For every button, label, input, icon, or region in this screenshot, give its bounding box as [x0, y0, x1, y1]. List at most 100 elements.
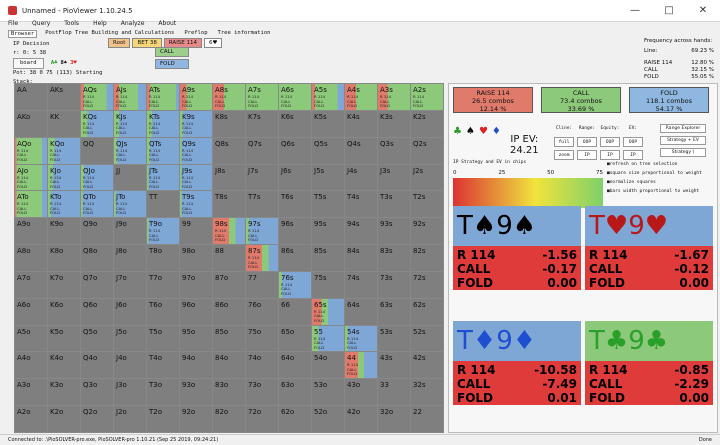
hand-cell[interactable]: Q6s: [279, 137, 311, 164]
hand-cell[interactable]: K2o: [48, 406, 80, 432]
hand-cell[interactable]: R 114 CALL FOLD AQo: [15, 137, 47, 164]
hand-cell[interactable]: J5s: [312, 164, 344, 191]
hand-cell[interactable]: T7s: [246, 191, 278, 218]
hand-cell[interactable]: R 114 CALL FOLD A4s: [345, 84, 377, 110]
hand-cell[interactable]: A8o: [15, 245, 47, 271]
option-checkbox[interactable]: square size proportional to weight: [607, 169, 702, 178]
hand-cell[interactable]: 33: [378, 379, 410, 406]
hand-cell[interactable]: 73s: [378, 271, 410, 298]
hand-cell[interactable]: 72o: [246, 406, 278, 432]
hand-cell[interactable]: J9o: [114, 218, 146, 245]
hand-cell[interactable]: T8s: [213, 191, 245, 218]
hand-cell[interactable]: 85s: [312, 245, 344, 271]
hand-cell[interactable]: 95o: [180, 325, 212, 352]
hand-cell[interactable]: R 114 CALL FOLD ATs: [147, 84, 179, 110]
hand-cell[interactable]: K4s: [345, 110, 377, 137]
hand-cell[interactable]: R 114 CALL FOLD QTo: [81, 191, 113, 218]
hand-cell[interactable]: T4o: [147, 352, 179, 379]
hand-cell[interactable]: R 114 CALL FOLD A8s: [213, 84, 245, 110]
hand-cell[interactable]: R 114 CALL FOLD 55: [312, 325, 344, 352]
action-path-node[interactable]: Root: [108, 38, 131, 48]
hand-cell[interactable]: 64s: [345, 298, 377, 325]
hand-cell[interactable]: 83s: [378, 245, 410, 271]
suit-filter-icon[interactable]: ♣: [453, 126, 462, 137]
menu-item-analyze[interactable]: Analyze: [121, 20, 145, 30]
hand-cell[interactable]: 63o: [279, 379, 311, 406]
hand-cell[interactable]: Q8s: [213, 137, 245, 164]
hand-cell[interactable]: AKo: [15, 110, 47, 137]
hand-cell[interactable]: A4o: [15, 352, 47, 379]
hand-cell[interactable]: A9o: [15, 218, 47, 245]
hand-cell[interactable]: 42s: [411, 352, 443, 379]
menu-item-help[interactable]: Help: [93, 20, 107, 30]
hand-cell[interactable]: K6s: [279, 110, 311, 137]
hand-cell[interactable]: 94s: [345, 218, 377, 245]
hand-cell[interactable]: 74o: [246, 352, 278, 379]
hand-cell[interactable]: R 114 CALL FOLD KQs: [81, 110, 113, 137]
hand-cell[interactable]: 96o: [180, 298, 212, 325]
hand-cell[interactable]: R 114 CALL FOLD KTs: [147, 110, 179, 137]
hand-cell[interactable]: R 114 CALL FOLD KQo: [48, 137, 80, 164]
hand-cell[interactable]: R 114 CALL FOLD A6s: [279, 84, 311, 110]
hand-cell[interactable]: R 114 CALL FOLD A3s: [378, 84, 410, 110]
hand-cell[interactable]: Q5s: [312, 137, 344, 164]
hand-cell[interactable]: Q7o: [81, 271, 113, 298]
suit-filter-icon[interactable]: ♠: [466, 126, 475, 137]
hand-cell[interactable]: K9o: [48, 218, 80, 245]
hand-cell[interactable]: R 114 CALL FOLD QJo: [81, 164, 113, 191]
hand-cell[interactable]: 42o: [345, 406, 377, 432]
hand-cell[interactable]: J4o: [114, 352, 146, 379]
hand-cell[interactable]: K7o: [48, 271, 80, 298]
hand-cell[interactable]: R 114 CALL FOLD A5s: [312, 84, 344, 110]
hand-cell[interactable]: J3o: [114, 379, 146, 406]
hand-cell[interactable]: 54o: [312, 352, 344, 379]
hand-cell[interactable]: 65o: [279, 325, 311, 352]
hand-cell[interactable]: 99: [180, 218, 212, 245]
hand-cell[interactable]: J7o: [114, 271, 146, 298]
hand-cell[interactable]: R 114 CALL FOLD 44: [345, 352, 377, 379]
combo-panel[interactable]: T♠9♠ R 114 -1.56 CALL -0.17 FOLD 0.00: [453, 206, 581, 316]
menu-item-tools[interactable]: Tools: [64, 20, 79, 30]
hand-cell[interactable]: K5s: [312, 110, 344, 137]
hand-cell[interactable]: T8o: [147, 245, 179, 271]
display-control[interactable]: zoom: [554, 150, 574, 160]
menu-item-query[interactable]: Query: [32, 20, 50, 30]
hand-cell[interactable]: K3s: [378, 110, 410, 137]
hand-cell[interactable]: 75o: [246, 325, 278, 352]
hand-cell[interactable]: QQ: [81, 137, 113, 164]
hand-cell[interactable]: R 114 CALL FOLD QTs: [147, 137, 179, 164]
hand-cell[interactable]: 73o: [246, 379, 278, 406]
hand-cell[interactable]: 43s: [378, 352, 410, 379]
hand-cell[interactable]: T5s: [312, 191, 344, 218]
hand-cell[interactable]: A6o: [15, 298, 47, 325]
hand-cell[interactable]: 93s: [378, 218, 410, 245]
view-button[interactable]: Strategy + EV: [660, 136, 706, 145]
hand-cell[interactable]: AKs: [48, 84, 80, 110]
hand-cell[interactable]: Q7s: [246, 137, 278, 164]
hand-cell[interactable]: R 114 CALL FOLD T9s: [180, 191, 212, 218]
hand-cell[interactable]: K8s: [213, 110, 245, 137]
menu-item-file[interactable]: File: [8, 20, 18, 30]
hand-cell[interactable]: T6o: [147, 298, 179, 325]
hand-cell[interactable]: 83o: [213, 379, 245, 406]
hand-cell[interactable]: 87o: [213, 271, 245, 298]
hand-cell[interactable]: R 114 CALL FOLD K9s: [180, 110, 212, 137]
display-control[interactable]: IP: [577, 150, 597, 160]
hand-cell[interactable]: R 114 CALL FOLD KJo: [48, 164, 80, 191]
view-button[interactable]: Range Explorer: [660, 124, 706, 133]
hand-cell[interactable]: R 114 CALL FOLD Q9s: [180, 137, 212, 164]
hand-cell[interactable]: R 114 CALL FOLD KTo: [48, 191, 80, 218]
hand-cell[interactable]: 98o: [180, 245, 212, 271]
hand-cell[interactable]: 32o: [378, 406, 410, 432]
suit-filter-icon[interactable]: ♦: [492, 126, 501, 137]
hand-cell[interactable]: J4s: [345, 164, 377, 191]
hand-cell[interactable]: Q4o: [81, 352, 113, 379]
hand-cell[interactable]: J7s: [246, 164, 278, 191]
hand-cell[interactable]: R 114 CALL FOLD 76s: [279, 271, 311, 298]
hand-cell[interactable]: J3s: [378, 164, 410, 191]
hand-cell[interactable]: 74s: [345, 271, 377, 298]
hand-cell[interactable]: R 114 CALL FOLD JTo: [114, 191, 146, 218]
hand-cell[interactable]: 92o: [180, 406, 212, 432]
tab-tree-information[interactable]: Tree information: [216, 30, 273, 38]
hand-cell[interactable]: 92s: [411, 218, 443, 245]
